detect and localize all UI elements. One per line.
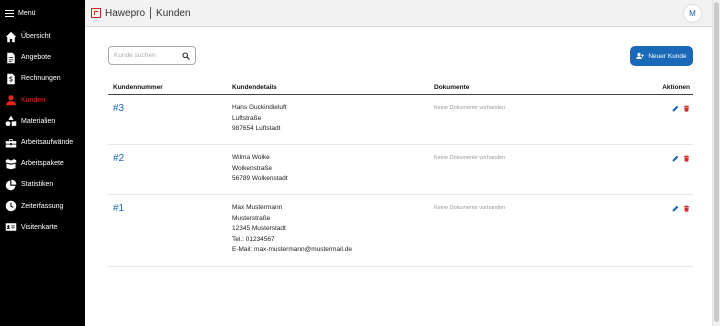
sidebar-item-label: Arbeitsaufwände (21, 139, 74, 147)
sidebar-item-label: Übersicht (21, 33, 51, 41)
table-row: #1 Max Mustermann Musterstraße 12345 Mus… (108, 195, 693, 267)
delete-icon[interactable] (683, 155, 690, 162)
customer-details: Max Mustermann Musterstraße 12345 Muster… (232, 203, 434, 266)
sidebar-item-kunden[interactable]: Kunden (0, 90, 85, 111)
main-content: Neuer Kunde Kundennummer Kundendetails D… (85, 27, 712, 326)
customer-detail-line: 56789 Wolkenstadt (232, 175, 288, 182)
menu-label: Menü (18, 9, 36, 17)
page-title: Kunden (156, 7, 191, 19)
document-icon (5, 52, 17, 64)
vertical-scrollbar[interactable] (712, 0, 720, 326)
person-icon (5, 94, 17, 106)
customer-details: Hans Guckindieluft Luftstraße 987654 Luf… (232, 103, 434, 144)
top-header: Hawepro Kunden M (85, 0, 712, 27)
edit-icon[interactable] (672, 105, 679, 112)
column-header-details: Kundendetails (232, 84, 277, 91)
new-customer-button[interactable]: Neuer Kunde (630, 46, 693, 66)
customer-number[interactable]: #3 (108, 103, 232, 144)
customer-detail-line: Max Mustermann (232, 204, 283, 211)
sidebar-item-rechnungen[interactable]: Rechnungen (0, 68, 85, 89)
customer-detail-line: Wilma Wolke (232, 154, 270, 161)
customer-table: Kundennummer Kundendetails Dokumente Akt… (108, 84, 693, 267)
sidebar-item-label: Statistiken (21, 181, 54, 189)
delete-icon[interactable] (683, 105, 690, 112)
column-header-number: Kundennummer (113, 84, 163, 91)
customer-detail-line: 987654 Luftstadt (232, 125, 281, 132)
customer-detail-line: Wolkenstraße (232, 164, 272, 172)
column-header-documents: Dokumente (434, 84, 470, 91)
sidebar-item-label: Kunden (21, 96, 46, 104)
clock-icon (5, 200, 17, 212)
table-row: #3 Hans Guckindieluft Luftstraße 987654 … (108, 95, 693, 145)
search-field[interactable] (108, 46, 196, 65)
customer-detail-line: Tel.: 01234567 (232, 235, 275, 243)
documents-status: Keine Dokumente vorhanden (434, 155, 506, 161)
delete-icon[interactable] (683, 205, 690, 212)
sidebar-item-materialien[interactable]: Materialien (0, 111, 85, 132)
row-actions (634, 103, 693, 144)
sidebar-item-label: Materialien (21, 117, 56, 125)
id-card-icon (5, 221, 17, 233)
avatar[interactable]: M (683, 4, 702, 23)
table-row: #2 Wilma Wolke Wolkenstraße 56789 Wolken… (108, 145, 693, 195)
shapes-icon (5, 115, 17, 127)
sidebar-item-label: Arbeitspakete (21, 160, 64, 168)
menu-toggle[interactable]: Menü (0, 0, 85, 26)
customer-detail-line: Hans Guckindieluft (232, 104, 287, 111)
customer-number[interactable]: #2 (108, 153, 232, 194)
home-icon (5, 31, 17, 43)
customer-detail-line: Luftstraße (232, 114, 262, 122)
search-icon[interactable] (182, 52, 190, 60)
sidebar-item-label: Rechnungen (21, 75, 61, 83)
documents-status: Keine Dokumente vorhanden (434, 105, 506, 111)
hamburger-icon (5, 9, 14, 17)
edit-icon[interactable] (672, 205, 679, 212)
sidebar-item-arbeitsaufwaende[interactable]: Arbeitsaufwände (0, 132, 85, 153)
pie-chart-icon (5, 179, 17, 191)
scrollbar-thumb[interactable] (714, 2, 719, 322)
column-header-actions: Aktionen (662, 84, 690, 91)
sidebar-item-label: Visitenkarte (21, 223, 58, 231)
customer-details: Wilma Wolke Wolkenstraße 56789 Wolkensta… (232, 153, 434, 194)
row-actions (634, 153, 693, 194)
sidebar-item-visitenkarte[interactable]: Visitenkarte (0, 217, 85, 238)
sidebar-item-angebote[interactable]: Angebote (0, 47, 85, 68)
toolbox-icon (5, 137, 17, 149)
customer-number[interactable]: #1 (108, 203, 232, 266)
sidebar-item-zeiterfassung[interactable]: Zeiterfassung (0, 196, 85, 217)
customer-detail-line: 12345 Musterstadt (232, 225, 286, 232)
customer-detail-line: Musterstraße (232, 214, 271, 222)
edit-icon[interactable] (672, 155, 679, 162)
sidebar: Menü Übersicht Angebote Rechnungen Kunde… (0, 0, 85, 326)
brand-logo-icon (91, 8, 101, 18)
sidebar-item-uebersicht[interactable]: Übersicht (0, 26, 85, 47)
row-actions (634, 203, 693, 266)
new-customer-label: Neuer Kunde (648, 52, 687, 60)
documents-status: Keine Dokumente vorhanden (434, 205, 506, 211)
box-icon (5, 158, 17, 170)
table-header: Kundennummer Kundendetails Dokumente Akt… (108, 84, 693, 95)
avatar-initial: M (689, 9, 696, 18)
search-input[interactable] (114, 52, 184, 59)
sidebar-item-arbeitspakete[interactable]: Arbeitspakete (0, 153, 85, 174)
header-divider (150, 7, 152, 19)
customer-detail-line: E-Mail: max-mustermann@mustermail.de (232, 246, 353, 253)
sidebar-nav: Übersicht Angebote Rechnungen Kunden Mat… (0, 26, 85, 238)
sidebar-item-label: Zeiterfassung (21, 202, 64, 210)
sidebar-item-label: Angebote (21, 54, 51, 62)
brand-name: Hawepro (105, 7, 146, 19)
invoice-icon (5, 73, 17, 85)
sidebar-item-statistiken[interactable]: Statistiken (0, 174, 85, 195)
add-user-icon (636, 52, 645, 59)
